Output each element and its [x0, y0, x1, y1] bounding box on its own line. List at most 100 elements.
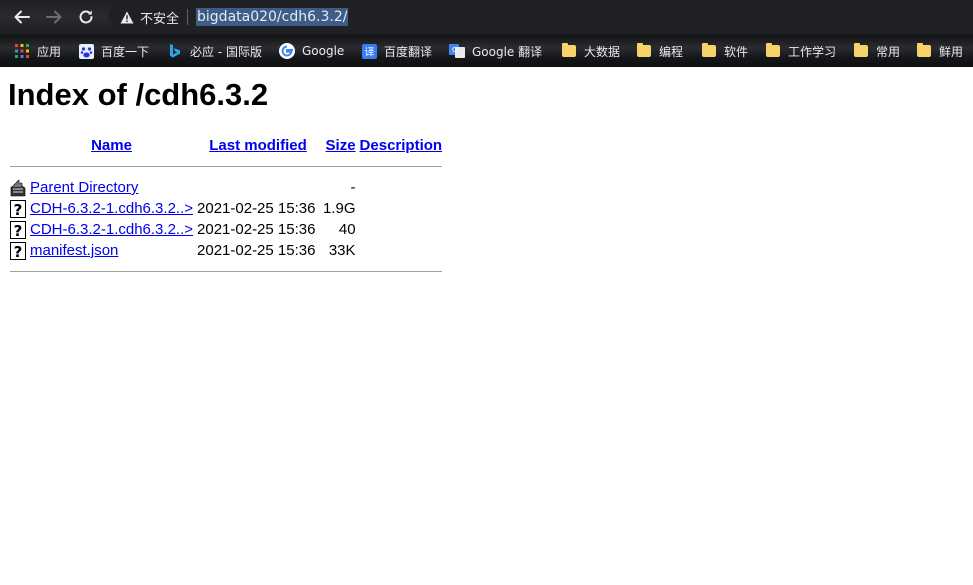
warning-icon[interactable] [118, 8, 136, 26]
header-icon-cell [8, 134, 28, 156]
bookmark-label: 编程 [659, 44, 684, 59]
bookmark-folder-work-study[interactable]: 工作学习 [765, 41, 836, 61]
icon-cell: ? [8, 219, 28, 240]
folder-icon [765, 43, 781, 59]
sort-by-description-link[interactable]: Description [360, 137, 443, 154]
table-header-row: Name Last modified Size Description [8, 134, 444, 156]
bookmark-folder-programming[interactable]: 编程 [636, 41, 683, 61]
bookmark-label: 大数据 [584, 44, 621, 59]
bookmark-folder-bigdata[interactable]: 大数据 [561, 41, 620, 61]
directory-listing-table: Name Last modified Size Description Pare… [8, 134, 444, 282]
folder-icon [636, 43, 652, 59]
sort-by-modified-link[interactable]: Last modified [209, 137, 307, 154]
bookmark-label: 常用 [876, 44, 901, 59]
size-cell: 1.9G [323, 200, 356, 217]
back-button[interactable] [10, 6, 34, 28]
table-row: ? CDH-6.3.2-1.cdh6.3.2..> 2021-02-25 15:… [8, 219, 444, 240]
bookmark-folder-rarely-used[interactable]: 鲜用 [916, 41, 963, 61]
bookmarks-bar: 应用 百度一下 必应 - 国际版 Google 译 百度翻译 G Google … [0, 35, 973, 67]
bookmark-label: Google [302, 44, 345, 58]
bookmark-label: 工作学习 [788, 44, 837, 59]
forward-arrow-icon [46, 10, 62, 24]
svg-text:?: ? [14, 243, 23, 260]
bing-icon [167, 43, 183, 59]
bookmark-folder-common[interactable]: 常用 [853, 41, 900, 61]
bookmark-google-translate[interactable]: G Google 翻译 [449, 41, 542, 61]
svg-text:译: 译 [364, 46, 374, 58]
separator-row [8, 156, 444, 177]
size-cell: 33K [328, 242, 356, 259]
back-arrow-icon [14, 10, 30, 24]
reload-icon [79, 10, 93, 24]
table-row: Parent Directory - [8, 177, 444, 198]
file-link[interactable]: manifest.json [30, 242, 118, 259]
description-cell [358, 198, 445, 219]
google-icon [279, 43, 295, 59]
separator-row [8, 261, 444, 282]
icon-cell: ? [8, 198, 28, 219]
icon-cell [8, 177, 28, 198]
back-icon [10, 178, 26, 196]
description-cell [358, 177, 445, 198]
page-title: Index of /cdh6.3.2 [8, 77, 269, 112]
modified-cell: 2021-02-25 15:36 [197, 221, 316, 238]
file-link[interactable]: CDH-6.3.2-1.cdh6.3.2..> [30, 200, 193, 217]
svg-text:?: ? [14, 201, 23, 218]
unknown-file-icon: ? [10, 199, 26, 218]
baidu-icon [78, 43, 94, 59]
unknown-file-icon: ? [10, 241, 26, 260]
bookmark-baidu[interactable]: 百度一下 [78, 41, 149, 61]
security-status-label[interactable]: 不安全 [140, 8, 179, 27]
size-cell: - [350, 179, 356, 196]
svg-text:?: ? [14, 222, 23, 239]
folder-icon [561, 43, 577, 59]
bookmark-apps[interactable]: 应用 [14, 41, 61, 61]
browser-toolbar: 不安全 bigdata020/cdh6.3.2/ [0, 0, 973, 35]
description-cell [358, 219, 445, 240]
name-cell: Parent Directory [28, 177, 195, 198]
folder-icon [916, 43, 932, 59]
url-text[interactable]: bigdata020/cdh6.3.2/ [196, 8, 349, 26]
omnibox-divider [187, 9, 189, 25]
svg-text:G: G [452, 46, 457, 54]
page-content: Index of /cdh6.3.2 Name Last modified Si… [8, 67, 973, 282]
parent-directory-link[interactable]: Parent Directory [30, 179, 138, 196]
bookmark-label: 百度翻译 [384, 44, 433, 59]
size-cell: 40 [338, 221, 356, 238]
separator-line [10, 271, 443, 272]
header-last-modified: Last modified [195, 134, 321, 156]
unknown-file-icon: ? [10, 220, 26, 239]
bookmark-google[interactable]: Google [279, 41, 344, 61]
file-link[interactable]: CDH-6.3.2-1.cdh6.3.2..> [30, 221, 193, 238]
google-translate-icon: G [449, 43, 465, 59]
sort-by-name-link[interactable]: Name [91, 137, 132, 154]
name-cell: CDH-6.3.2-1.cdh6.3.2..> [28, 219, 195, 240]
header-name: Name [28, 134, 195, 156]
bookmark-bing[interactable]: 必应 - 国际版 [167, 41, 262, 61]
separator-cell [8, 156, 444, 177]
bookmark-label: 应用 [37, 44, 62, 59]
bookmark-label: Google 翻译 [472, 44, 543, 59]
name-cell: manifest.json [28, 240, 195, 261]
bookmark-baidu-translate[interactable]: 译 百度翻译 [361, 41, 432, 61]
name-cell: CDH-6.3.2-1.cdh6.3.2..> [28, 198, 195, 219]
bookmark-label: 软件 [724, 44, 749, 59]
bookmark-label: 必应 - 国际版 [190, 44, 262, 59]
baidu-translate-icon: 译 [361, 43, 377, 59]
bookmark-label: 百度一下 [101, 44, 150, 59]
icon-cell: ? [8, 240, 28, 261]
bookmark-folder-software[interactable]: 软件 [701, 41, 748, 61]
header-description: Description [358, 134, 445, 156]
bookmark-label: 鲜用 [939, 44, 964, 59]
sort-by-size-link[interactable]: Size [326, 137, 356, 154]
table-row: ? manifest.json 2021-02-25 15:36 33K [8, 240, 444, 261]
reload-button[interactable] [74, 6, 98, 28]
address-bar[interactable]: 不安全 bigdata020/cdh6.3.2/ [108, 3, 973, 31]
forward-button[interactable] [42, 6, 66, 28]
folder-icon [701, 43, 717, 59]
modified-cell [195, 177, 321, 198]
separator-line [10, 166, 443, 167]
modified-cell: 2021-02-25 15:36 [197, 200, 316, 217]
separator-cell [8, 261, 444, 282]
table-row: ? CDH-6.3.2-1.cdh6.3.2..> 2021-02-25 15:… [8, 198, 444, 219]
